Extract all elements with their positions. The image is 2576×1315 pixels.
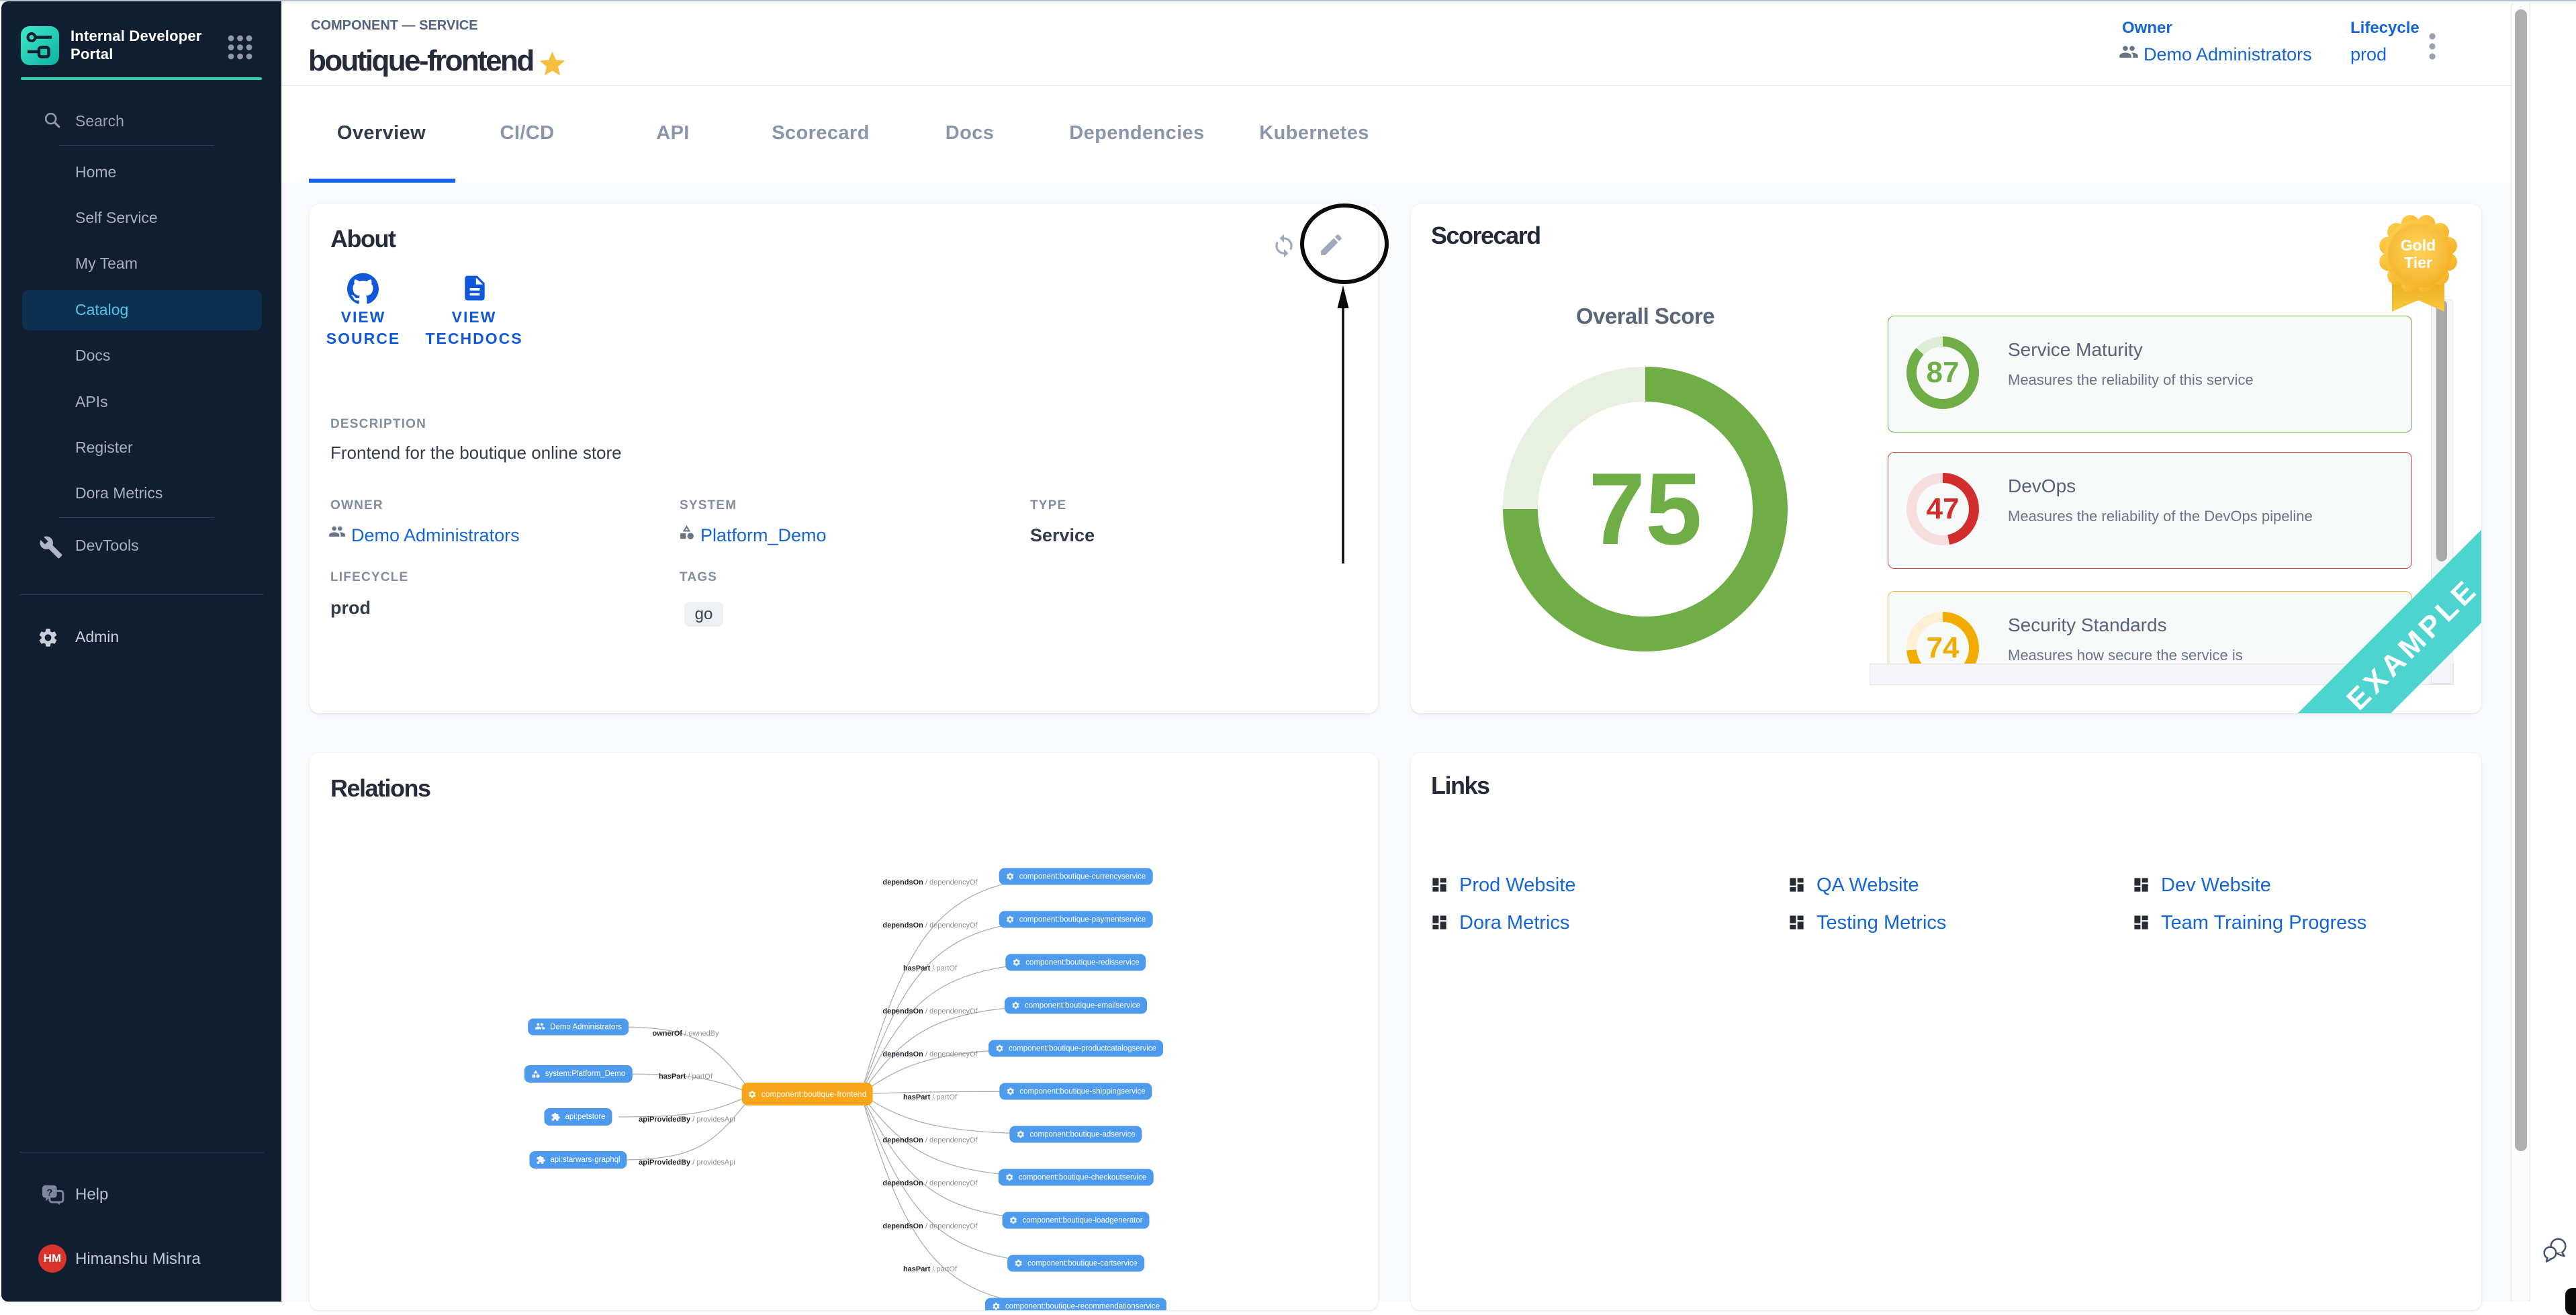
svg-text:Tier: Tier	[2404, 254, 2432, 271]
svg-text:?: ?	[46, 1187, 52, 1198]
svg-text:Gold: Gold	[2401, 236, 2436, 254]
